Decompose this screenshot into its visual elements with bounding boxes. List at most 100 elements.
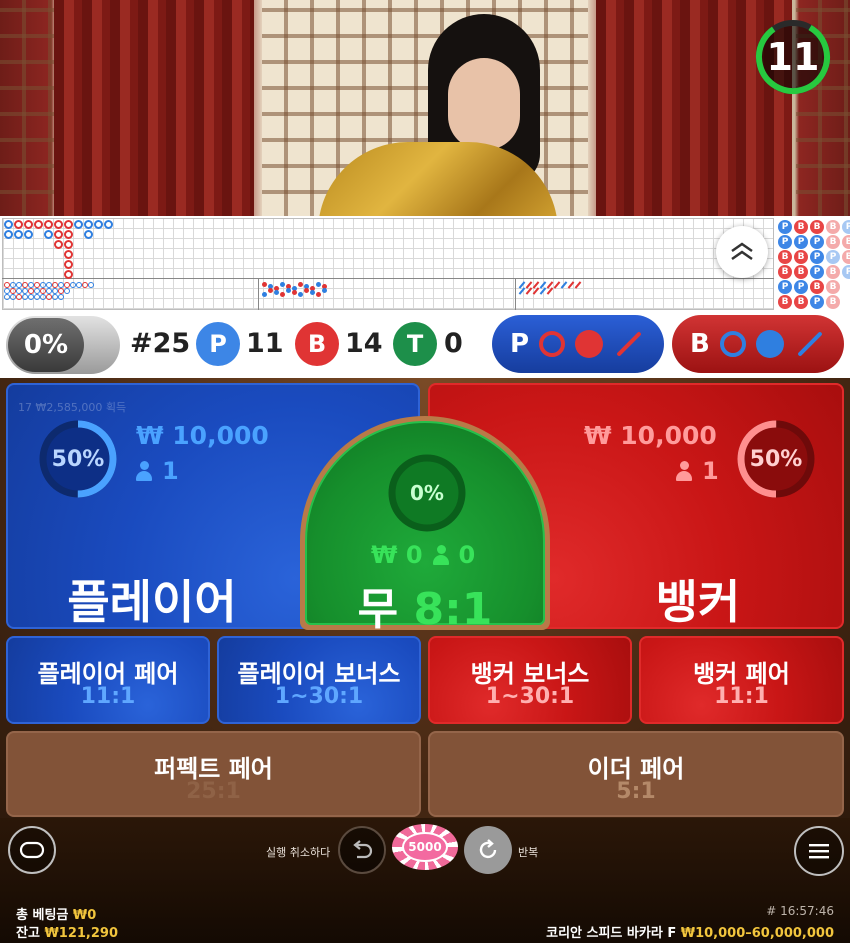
big-road-mark xyxy=(34,220,43,229)
small-road-mark xyxy=(316,282,321,287)
bead-plate-mark: B xyxy=(794,265,808,279)
table-info: 코리안 스피드 바카라 F ₩10,000–60,000,000 xyxy=(546,922,834,941)
big-road-mark xyxy=(4,230,13,239)
banker-bettors-count: 1 xyxy=(702,457,719,485)
balance: 잔고 ₩121,290 xyxy=(16,922,118,941)
big-road-mark xyxy=(14,220,23,229)
big-road-grid xyxy=(2,218,774,310)
chip-selector[interactable]: 5000 xyxy=(392,824,458,870)
banker-percentage: 50% xyxy=(749,446,803,472)
red-slash-icon xyxy=(616,331,642,357)
banker-bonus-bet[interactable]: 뱅커 보너스 1~30:1 xyxy=(428,636,632,724)
roadmap-divider xyxy=(2,278,774,279)
small-road-mark xyxy=(262,282,267,287)
repeat-label: 반복 xyxy=(518,846,539,859)
bead-plate-mark: B xyxy=(826,220,840,234)
big-road-mark xyxy=(14,230,23,239)
player-percentage: 50% xyxy=(51,446,105,472)
chat-button[interactable] xyxy=(8,826,56,874)
banker-win-badge: B xyxy=(295,322,339,366)
player-bonus-odds: 1~30:1 xyxy=(274,684,364,709)
bead-plate-mark: B xyxy=(794,220,808,234)
small-road-mark xyxy=(262,292,267,297)
small-road-mark xyxy=(292,290,297,295)
chat-icon xyxy=(19,841,45,859)
undo-label: 실행 취소하다 xyxy=(266,846,331,859)
small-road-mark xyxy=(268,288,273,293)
timer-value: 11 xyxy=(766,35,820,79)
player-win-count: 11 xyxy=(246,328,284,359)
tie-label: 무 xyxy=(357,584,399,635)
big-road-mark xyxy=(64,220,73,229)
big-road-mark xyxy=(64,230,73,239)
small-road-mark xyxy=(298,282,303,287)
bead-plate: PPBBPBBPBBPBBPPPBPBBPBBBPBBP xyxy=(776,218,850,310)
perfect-pair-bet[interactable]: 퍼펙트 페어 25:1 xyxy=(6,731,421,817)
tie-percentage: 0% xyxy=(410,481,444,505)
countdown-timer: 11 xyxy=(754,18,832,96)
big-road-mark xyxy=(64,240,73,249)
total-bet-label: 총 베팅금 xyxy=(16,908,69,923)
perfect-pair-odds: 25:1 xyxy=(186,779,241,804)
bead-plate-mark: B xyxy=(778,265,792,279)
red-ring-icon xyxy=(539,331,566,357)
bead-plate-mark: B xyxy=(794,250,808,264)
chevron-up-icon xyxy=(731,242,753,261)
player-label: 플레이어 xyxy=(67,575,237,629)
big-road-mark xyxy=(84,220,93,229)
roadmap-divider xyxy=(258,278,259,310)
big-road-mark xyxy=(64,270,73,279)
player-pair-odds: 11:1 xyxy=(80,684,136,709)
player-bettors: 1 xyxy=(136,457,179,485)
small-road-mark xyxy=(310,290,315,295)
live-video xyxy=(0,0,850,216)
player-bet-amount: ₩ 10,000 xyxy=(136,421,269,450)
bead-plate-mark: P xyxy=(810,235,824,249)
bead-plate-mark: B xyxy=(778,250,792,264)
percentage-toggle[interactable]: 0% xyxy=(6,316,120,374)
blue-dot-icon xyxy=(755,330,784,358)
balance-label: 잔고 xyxy=(16,926,40,941)
player-win-history: 17 ₩2,585,000 획득 xyxy=(18,401,127,414)
person-icon xyxy=(676,461,692,481)
tie-bet-info: ₩ 0 0 xyxy=(371,541,475,569)
bead-plate-mark: B xyxy=(810,280,824,294)
player-pair-bet[interactable]: 플레이어 페어 11:1 xyxy=(6,636,210,724)
small-road-mark xyxy=(280,292,285,297)
bead-plate-mark: P xyxy=(778,220,792,234)
total-bet-value: ₩0 xyxy=(72,908,97,923)
either-pair-bet[interactable]: 이더 페어 5:1 xyxy=(428,731,844,817)
menu-icon xyxy=(809,844,829,859)
small-road-mark xyxy=(304,288,309,293)
banker-pair-odds: 11:1 xyxy=(714,684,769,709)
banker-pair-bet[interactable]: 뱅커 페어 11:1 xyxy=(639,636,844,724)
big-road-mark xyxy=(24,220,33,229)
player-bonus-bet[interactable]: 플레이어 보너스 1~30:1 xyxy=(217,636,421,724)
small-road-mark xyxy=(286,288,291,293)
bead-plate-mark: P xyxy=(794,235,808,249)
banker-bet-amount: ₩ 10,000 xyxy=(584,421,717,450)
curtain-left xyxy=(54,0,254,216)
banker-bonus-odds: 1~30:1 xyxy=(485,684,575,709)
bead-plate-mark: B xyxy=(794,295,808,309)
percentage-toggle-label: 0% xyxy=(8,318,84,372)
menu-button[interactable] xyxy=(794,826,844,876)
big-road-mark xyxy=(84,230,93,239)
repeat-button[interactable] xyxy=(464,826,512,874)
small-road-mark xyxy=(316,292,321,297)
bead-plate-mark: B xyxy=(826,265,840,279)
collapse-roadmap-button[interactable] xyxy=(716,226,768,278)
big-road-mark xyxy=(44,220,53,229)
blue-ring-icon xyxy=(719,331,746,357)
player-prediction-button[interactable]: P xyxy=(492,315,664,373)
roadmap-divider xyxy=(515,278,516,310)
table-name: 코리안 스피드 바카라 F xyxy=(546,926,677,941)
big-road-mark xyxy=(24,230,33,239)
undo-button[interactable] xyxy=(338,826,386,874)
player-bettors-count: 1 xyxy=(162,457,179,485)
tie-count: 0 xyxy=(444,328,463,359)
bead-plate-mark: B xyxy=(842,250,850,264)
big-road-mark xyxy=(94,220,103,229)
banker-prediction-button[interactable]: B xyxy=(672,315,844,373)
tie-label-row: 무 8:1 xyxy=(307,573,543,637)
